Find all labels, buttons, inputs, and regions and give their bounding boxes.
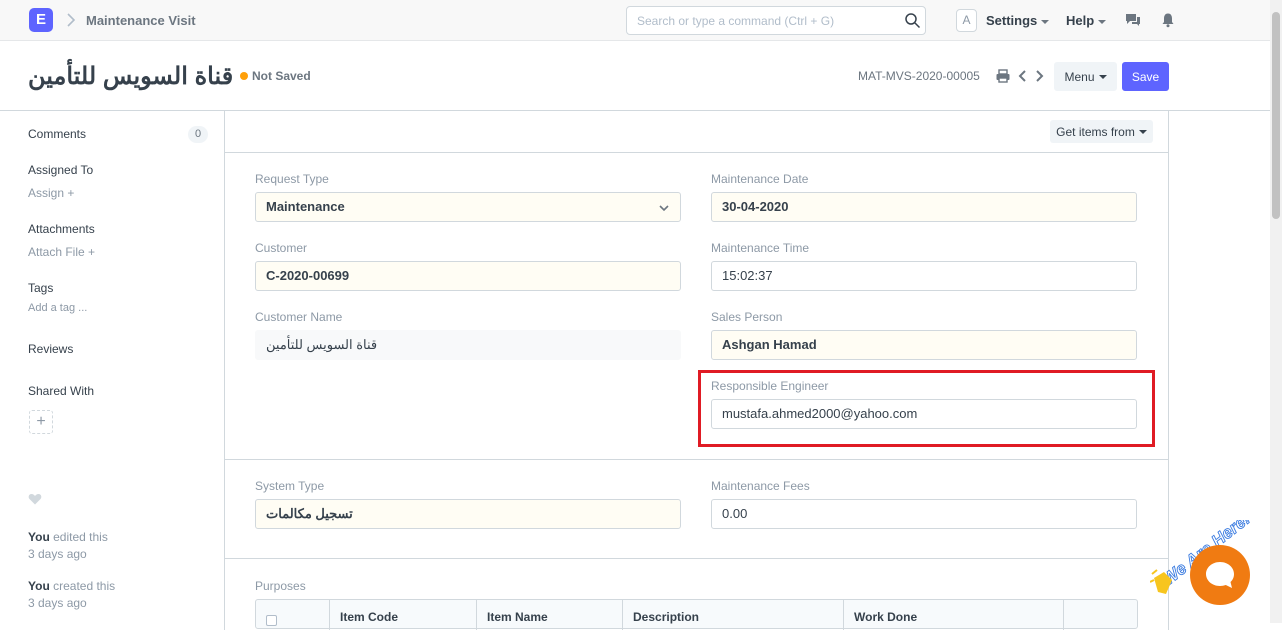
customer-field[interactable]: C-2020-00699 xyxy=(255,261,681,291)
column-divider xyxy=(476,600,477,630)
activity-actor: You xyxy=(28,530,50,544)
awesomebar[interactable] xyxy=(626,6,926,35)
column-divider xyxy=(329,600,330,630)
document-name: MAT-MVS-2020-00005 xyxy=(858,69,980,83)
status-dot xyxy=(240,72,248,80)
column-header-work-done: Work Done xyxy=(854,610,918,624)
customer-name-label: Customer Name xyxy=(255,310,343,324)
activity-action: edited this xyxy=(49,530,108,544)
system-type-field[interactable]: تسجيل مكالمات xyxy=(255,499,681,529)
help-label: Help xyxy=(1066,13,1095,28)
request-type-value: Maintenance xyxy=(266,199,345,214)
attachments-label: Attachments xyxy=(28,222,95,236)
purposes-label: Purposes xyxy=(255,579,306,593)
column-divider xyxy=(1063,600,1064,630)
column-header-item-code: Item Code xyxy=(340,610,399,624)
page-title: قناة السويس للتأمين xyxy=(28,63,234,90)
chat-icon[interactable] xyxy=(1125,12,1141,28)
scrollbar-thumb[interactable] xyxy=(1272,12,1280,219)
highlight-box xyxy=(698,370,1155,447)
get-items-from-label: Get items from xyxy=(1056,124,1135,139)
chevron-right-icon xyxy=(67,13,76,27)
share-add-button[interactable]: + xyxy=(29,410,53,434)
heart-icon[interactable] xyxy=(28,492,42,506)
settings-label: Settings xyxy=(986,13,1038,28)
save-button[interactable]: Save xyxy=(1122,62,1169,91)
next-doc-icon[interactable] xyxy=(1031,68,1047,84)
assign-label: Assign xyxy=(28,186,65,200)
status-badge: Not Saved xyxy=(252,69,311,83)
request-type-label: Request Type xyxy=(255,172,329,186)
get-items-from-button[interactable]: Get items from xyxy=(1050,120,1153,143)
attach-file-link[interactable]: Attach File + xyxy=(28,245,95,259)
comments-label[interactable]: Comments xyxy=(28,127,86,141)
chevron-down-icon xyxy=(659,205,669,212)
app-logo[interactable]: E xyxy=(29,8,53,32)
navbar: E Maintenance Visit A Settings Help xyxy=(0,0,1270,41)
customer-name-value: قناة السويس للتأمين xyxy=(255,330,681,360)
maintenance-fees-label: Maintenance Fees xyxy=(711,479,810,493)
previous-doc-icon[interactable] xyxy=(1015,68,1031,84)
comments-count-badge: 0 xyxy=(188,126,208,143)
request-type-select[interactable]: Maintenance xyxy=(255,192,681,222)
section-divider xyxy=(224,558,1169,559)
select-all-checkbox[interactable] xyxy=(266,615,277,626)
settings-dropdown[interactable]: Settings xyxy=(986,13,1050,28)
shared-with-label: Shared With xyxy=(28,384,95,398)
plus-icon: + xyxy=(67,186,75,200)
column-header-item-name: Item Name xyxy=(487,610,548,624)
menu-button[interactable]: Menu xyxy=(1054,62,1117,91)
customer-label: Customer xyxy=(255,241,308,255)
maintenance-date-field[interactable]: 30-04-2020 xyxy=(711,192,1137,222)
status-indicator: Not Saved xyxy=(240,69,311,83)
assign-link[interactable]: Assign + xyxy=(28,186,74,200)
activity-item: You edited this xyxy=(28,530,108,544)
print-icon[interactable] xyxy=(995,68,1011,84)
column-divider xyxy=(622,600,623,630)
activity-actor: You xyxy=(28,579,50,593)
purposes-table: Item Code Item Name Description Work Don… xyxy=(255,599,1138,630)
caret-down-icon xyxy=(1098,19,1107,24)
activity-item: You created this xyxy=(28,579,115,593)
bell-icon[interactable] xyxy=(1160,12,1176,28)
activity-time: 3 days ago xyxy=(28,596,87,610)
add-tag-link[interactable]: Add a tag ... xyxy=(28,302,87,314)
menu-button-label: Menu xyxy=(1064,69,1095,84)
plus-icon: + xyxy=(88,245,96,259)
chat-widget-button[interactable] xyxy=(1190,545,1250,605)
maintenance-fees-field[interactable]: 0.00 xyxy=(711,499,1137,529)
attach-file-label: Attach File xyxy=(28,245,85,259)
breadcrumb[interactable]: Maintenance Visit xyxy=(86,13,196,28)
plus-icon: + xyxy=(36,413,46,430)
maintenance-time-field[interactable]: 15:02:37 xyxy=(711,261,1137,291)
avatar[interactable]: A xyxy=(956,9,977,32)
assigned-to-label: Assigned To xyxy=(28,163,94,177)
search-input[interactable] xyxy=(627,7,897,34)
caret-down-icon xyxy=(1098,75,1107,80)
column-header-description: Description xyxy=(633,610,700,624)
activity-time: 3 days ago xyxy=(28,547,87,561)
sales-person-label: Sales Person xyxy=(711,310,783,324)
help-dropdown[interactable]: Help xyxy=(1066,13,1107,28)
maintenance-time-label: Maintenance Time xyxy=(711,241,810,255)
maintenance-date-label: Maintenance Date xyxy=(711,172,809,186)
sales-person-field[interactable]: Ashgan Hamad xyxy=(711,330,1137,360)
chat-bubble-icon xyxy=(1206,562,1234,588)
section-divider xyxy=(224,459,1169,460)
system-type-label: System Type xyxy=(255,479,325,493)
tags-label: Tags xyxy=(28,281,54,295)
reviews-label: Reviews xyxy=(28,342,74,356)
caret-down-icon xyxy=(1138,130,1147,135)
activity-action: created this xyxy=(49,579,116,593)
search-icon xyxy=(905,13,921,29)
column-divider xyxy=(843,600,844,630)
caret-down-icon xyxy=(1041,19,1050,24)
form-toolbar xyxy=(224,110,1169,153)
